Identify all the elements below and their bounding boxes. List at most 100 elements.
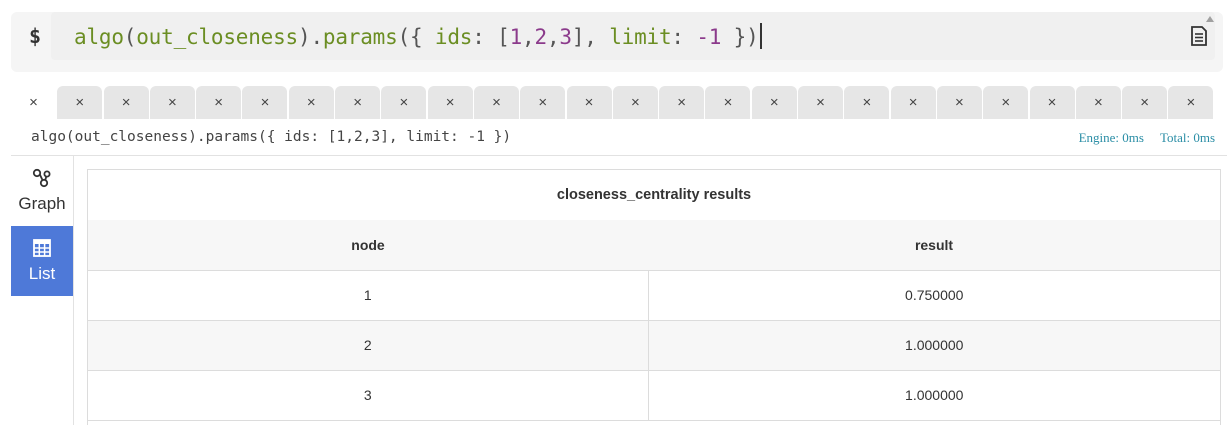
code-token: algo [74, 25, 124, 49]
code-token: 1 [509, 25, 523, 49]
code-token: , [546, 25, 560, 49]
close-icon[interactable]: × [585, 94, 594, 111]
close-icon[interactable]: × [770, 94, 779, 111]
code-token: ({ [397, 25, 435, 49]
result-tab[interactable]: × [57, 86, 103, 119]
result-tab[interactable]: × [983, 86, 1029, 119]
results-title: closeness_centrality results [88, 170, 1220, 220]
scroll-up-arrow-icon[interactable] [1206, 16, 1214, 22]
code-token: ). [298, 25, 323, 49]
column-header-node[interactable]: node [88, 220, 648, 271]
close-icon[interactable]: × [399, 94, 408, 111]
close-icon[interactable]: × [353, 94, 362, 111]
result-tab[interactable]: × [473, 86, 519, 119]
table-header-row: node result [88, 220, 1220, 271]
close-icon[interactable]: × [1140, 94, 1149, 111]
cell-node: 2 [88, 320, 649, 371]
close-icon[interactable]: × [492, 94, 501, 111]
result-tab[interactable]: × [705, 86, 751, 119]
result-tab[interactable]: × [1122, 86, 1168, 119]
result-tab[interactable]: × [520, 86, 566, 119]
close-icon[interactable]: × [446, 94, 455, 111]
result-tabs: × × × × × × × × × × × × × × × × × × × × × × × × × × [11, 86, 1227, 119]
list-view-button[interactable]: List [11, 226, 73, 296]
close-icon[interactable]: × [724, 94, 733, 111]
close-icon[interactable]: × [1094, 94, 1103, 111]
code-token: : [671, 25, 697, 49]
cell-result: 1.000000 [648, 370, 1220, 421]
close-icon[interactable]: × [1187, 94, 1196, 111]
table-icon [33, 239, 51, 257]
close-icon[interactable]: × [1001, 94, 1010, 111]
command-code[interactable]: algo(out_closeness).params({ ids: [1,2,3… [74, 23, 762, 49]
result-tab[interactable]: × [890, 86, 936, 119]
close-icon[interactable]: × [909, 94, 918, 111]
table-row: 2 1.000000 [88, 320, 1220, 371]
code-token: , [522, 25, 535, 49]
result-tab[interactable]: × [103, 86, 149, 119]
graph-icon [32, 168, 51, 188]
code-token: out_closeness [136, 25, 298, 49]
result-tab[interactable]: × [612, 86, 658, 119]
result-tab[interactable]: × [242, 86, 288, 119]
results-grid: node result 1 0.750000 2 1.000000 3 1.00… [88, 220, 1220, 421]
close-icon[interactable]: × [677, 94, 686, 111]
close-icon[interactable]: × [955, 94, 964, 111]
code-token: limit [609, 25, 672, 49]
code-token: ids [434, 25, 473, 49]
graph-view-button[interactable]: Graph [11, 156, 73, 226]
code-token: : [ [472, 25, 510, 49]
close-icon[interactable]: × [538, 94, 547, 111]
result-tab[interactable]: × [1168, 86, 1214, 119]
engine-time: Engine: 0ms [1078, 130, 1144, 145]
code-token: }) [721, 25, 759, 49]
close-icon[interactable]: × [168, 94, 177, 111]
result-tab[interactable]: × [659, 86, 705, 119]
table-row: 3 1.000000 [88, 370, 1220, 421]
result-tab[interactable]: × [335, 86, 381, 119]
result-tab[interactable]: × [381, 86, 427, 119]
result-tab[interactable]: × [844, 86, 890, 119]
code-token: ( [123, 25, 137, 49]
command-input[interactable]: algo(out_closeness).params({ ids: [1,2,3… [51, 12, 1215, 60]
table-row: 1 0.750000 [88, 270, 1220, 321]
result-tab[interactable]: × [149, 86, 195, 119]
result-tab[interactable]: × [1029, 86, 1075, 119]
graph-view-label: Graph [18, 194, 66, 213]
close-icon[interactable]: × [1048, 94, 1057, 111]
command-bar: $ algo(out_closeness).params({ ids: [1,2… [11, 12, 1223, 72]
close-icon[interactable]: × [631, 94, 640, 111]
text-caret [759, 23, 762, 49]
close-icon[interactable]: × [816, 94, 825, 111]
code-token: 3 [559, 25, 572, 49]
result-tab[interactable]: × [798, 86, 844, 119]
close-icon[interactable]: × [75, 94, 84, 111]
close-icon[interactable]: × [214, 94, 223, 111]
code-token: ], [571, 25, 610, 49]
query-text: algo(out_closeness).params({ ids: [1,2,3… [31, 129, 512, 145]
close-icon[interactable]: × [122, 94, 131, 111]
result-tab[interactable]: × [1075, 86, 1121, 119]
close-icon[interactable]: × [862, 94, 871, 111]
cell-node: 3 [88, 370, 649, 421]
cell-result: 0.750000 [648, 270, 1220, 321]
result-tab[interactable]: × [288, 86, 334, 119]
cell-node: 1 [88, 270, 649, 321]
results-table: closeness_centrality results node result… [87, 169, 1221, 425]
result-tab[interactable]: × [196, 86, 242, 119]
close-icon[interactable]: × [307, 94, 316, 111]
list-view-label: List [28, 264, 56, 283]
document-icon[interactable] [1190, 26, 1208, 46]
close-icon[interactable]: × [261, 94, 270, 111]
result-tab[interactable]: × [566, 86, 612, 119]
result-tab[interactable]: × [11, 86, 56, 119]
query-summary: algo(out_closeness).params({ ids: [1,2,3… [11, 119, 1227, 156]
result-tab[interactable]: × [936, 86, 982, 119]
close-icon[interactable]: × [29, 94, 38, 111]
view-switcher: Graph List [11, 156, 74, 425]
code-token: params [322, 25, 398, 49]
result-tab[interactable]: × [427, 86, 473, 119]
result-tab[interactable]: × [751, 86, 797, 119]
prompt-symbol: $ [29, 24, 42, 48]
column-header-result[interactable]: result [648, 220, 1220, 271]
